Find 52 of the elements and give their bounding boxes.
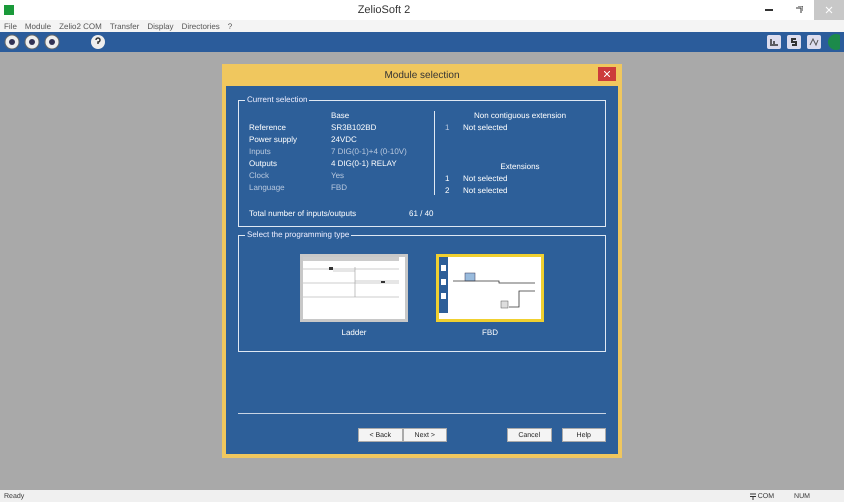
field-value: Yes <box>331 171 346 180</box>
group-legend: Select the programming type <box>245 230 352 239</box>
save-icon[interactable] <box>44 34 60 50</box>
wave-icon[interactable] <box>806 34 822 50</box>
column-heading: Non contiguous extension <box>472 111 568 120</box>
field-value: SR3B102BD <box>331 123 378 132</box>
programming-type-option[interactable] <box>436 254 544 322</box>
menu-item[interactable]: ? <box>228 22 232 30</box>
slot-value: Not selected <box>463 174 508 183</box>
block-diagram-icon <box>439 257 535 313</box>
column-heading: Base <box>331 111 350 120</box>
menu-item[interactable]: Zelio2 COM <box>59 22 102 30</box>
field-label: Power supply <box>249 135 298 144</box>
chart-icon[interactable] <box>766 34 782 50</box>
help-icon[interactable] <box>90 34 106 50</box>
connection-icon <box>750 492 756 500</box>
new-file-icon[interactable] <box>4 34 20 50</box>
simulation-icon[interactable] <box>786 34 802 50</box>
field-label: Inputs <box>249 147 272 156</box>
slot-value: Not selected <box>463 186 508 195</box>
field-label: Clock <box>249 171 270 180</box>
menu-item[interactable]: Display <box>147 22 174 30</box>
group-legend: Current selection <box>245 95 310 104</box>
window-title: ZelioSoft 2 <box>358 4 410 16</box>
field-label: Outputs <box>249 159 278 168</box>
menu-item[interactable]: Module <box>24 22 52 30</box>
close-icon <box>825 6 833 14</box>
column-heading: Extensions <box>499 162 541 171</box>
total-value: 61 / 40 <box>409 209 434 218</box>
field-value: FBD <box>331 183 348 192</box>
app-logo-icon <box>4 5 14 15</box>
slot-number: 1 <box>445 123 450 132</box>
menu-item[interactable]: Transfer <box>110 22 140 30</box>
total-label: Total number of inputs/outputs <box>249 209 358 218</box>
menu-item[interactable]: Directories <box>182 22 220 30</box>
dialog-close-button[interactable] <box>598 67 616 81</box>
field-label: Reference <box>249 123 287 132</box>
option-label: Ladder <box>342 328 366 337</box>
minimize-icon <box>765 9 773 11</box>
menu-item[interactable]: File <box>4 22 17 30</box>
restore-icon <box>795 6 803 14</box>
slot-number: 1 <box>445 174 450 183</box>
dialog-title: Module selection <box>384 70 460 80</box>
field-value: 7 DIG(0-1)+4 (0-10V) <box>331 147 408 156</box>
close-icon <box>604 71 610 77</box>
field-value: 24VDC <box>331 135 358 144</box>
open-file-icon[interactable] <box>24 34 40 50</box>
slot-number: 2 <box>445 186 450 195</box>
option-label: FBD <box>482 328 498 337</box>
field-value: 4 DIG(0-1) RELAY <box>331 159 398 168</box>
slot-value: Not selected <box>463 123 508 132</box>
field-label: Language <box>249 183 286 192</box>
